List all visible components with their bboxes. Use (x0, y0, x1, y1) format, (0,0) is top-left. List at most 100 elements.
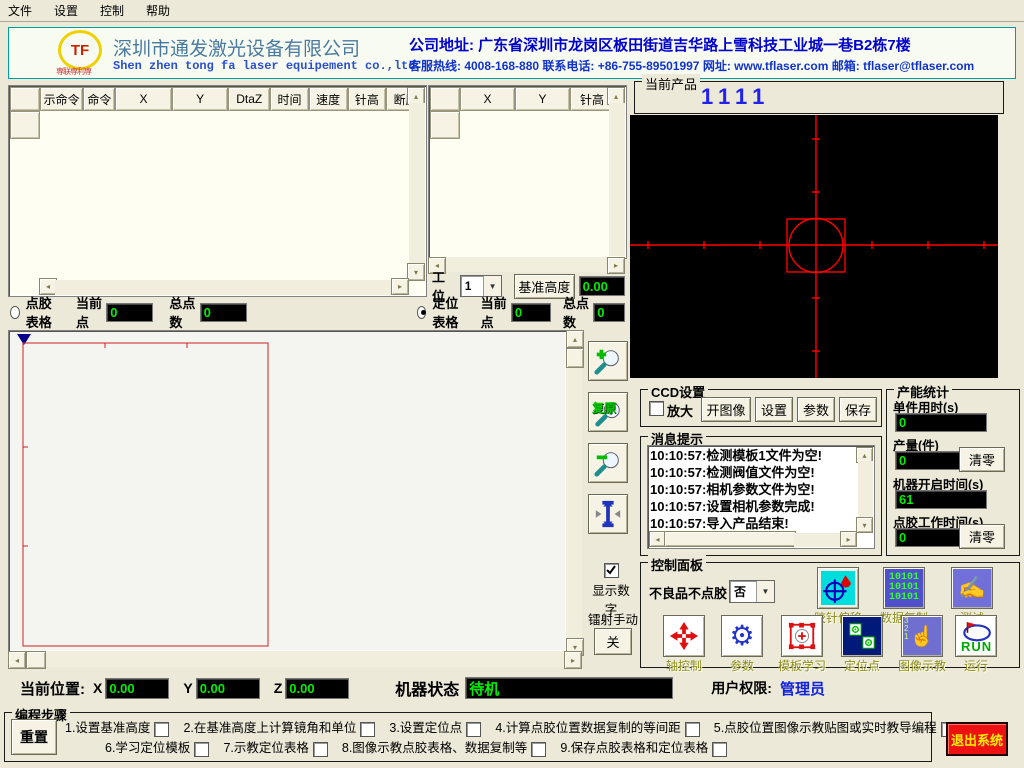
data-copy-button[interactable]: 10101 10101 10101 (883, 567, 925, 609)
view-restore-button[interactable]: 复原 (588, 392, 628, 432)
canvas-vscrollbar[interactable] (566, 368, 582, 638)
dispense-current-label: 当前点 (76, 293, 103, 331)
dispense-scroll-down[interactable]: ▾ (407, 263, 425, 281)
company-name-cn: 深圳市通发激光设备有限公司 (113, 34, 360, 61)
reject-value: 否 (730, 583, 756, 600)
params-button[interactable]: ⚙ (721, 615, 763, 657)
dispense-col-rowhdr (10, 87, 40, 111)
position-rowheader-cell (430, 111, 460, 139)
ccd-setup-button[interactable]: 设置 (755, 397, 793, 422)
message-item: 10:10:57:设置相机参数完成! (650, 498, 842, 515)
template-learn-label: 模板学习 (769, 657, 835, 674)
position-col-1: Y (515, 87, 570, 111)
step-9-checkbox[interactable] (712, 742, 727, 757)
exit-system-button[interactable]: 退出系统 (946, 722, 1008, 756)
position-scroll-right[interactable]: ▸ (607, 257, 625, 274)
menu-file[interactable]: 文件 (8, 2, 32, 19)
position-table-radio-label: 定位表格 (432, 293, 468, 331)
dispense-scroll-right[interactable]: ▸ (391, 278, 409, 295)
step-4-checkbox[interactable] (685, 722, 700, 737)
reject-combobox[interactable]: 否 ▼ (729, 580, 775, 603)
locate-point-button[interactable] (841, 615, 883, 657)
position-hscrollbar[interactable] (446, 257, 607, 272)
step-1-checkbox[interactable] (154, 722, 169, 737)
laser-manual-label: 镭射手动 (588, 609, 638, 628)
reject-no-dispense-label: 不良品不点胶 (649, 583, 727, 602)
logo-text: TF (71, 42, 89, 59)
canvas-vscroll-thumb[interactable] (566, 348, 584, 368)
worktime-clear-button[interactable]: 清零 (959, 524, 1005, 549)
reset-button[interactable]: 重置 (11, 719, 57, 755)
y-label: Y (183, 680, 192, 696)
check-icon (605, 564, 617, 576)
run-button[interactable]: RUN (955, 615, 997, 657)
ccd-params-button[interactable]: 参数 (797, 397, 835, 422)
position-col-0: X (460, 87, 515, 111)
step-1-label: 1.设置基准高度 (65, 721, 150, 735)
zoom-in-icon (593, 346, 623, 376)
x-label: X (93, 680, 102, 696)
x-position-value: 0.00 (105, 678, 169, 699)
menu-help[interactable]: 帮助 (146, 2, 170, 19)
canvas-scroll-left[interactable]: ◂ (8, 651, 26, 669)
position-table: X Y 针高 ▴ (428, 85, 627, 259)
laser-switch-button[interactable]: 关 (594, 628, 632, 655)
step-8-checkbox[interactable] (531, 742, 546, 757)
template-learn-button[interactable] (781, 615, 823, 657)
message-hscrollbar[interactable] (794, 533, 842, 547)
view-restore-icon-text: 复原 (592, 399, 616, 416)
position-total-label: 总点数 (563, 293, 590, 331)
show-numbers-checkbox[interactable] (604, 563, 619, 578)
needle-offset-button[interactable] (817, 567, 859, 609)
message-scroll-right[interactable]: ▸ (840, 531, 857, 547)
steps-group: 编程步骤 重置 1.设置基准高度 2.在基准高度上计算镜角和单位 3.设置定位点… (4, 712, 932, 762)
current-product-label: 当前产品 (642, 74, 700, 93)
message-list[interactable]: 10:10:57:检测模板1文件为空! 10:10:57:检测阀值文件为空! 1… (647, 445, 875, 549)
dispense-table-radio[interactable] (10, 306, 20, 319)
dispense-table: 示命令 命令 X Y DtaZ 时间 速度 针高 断胶 ▴ ▾ ◂ ▸ (8, 85, 427, 297)
canvas-scroll-right[interactable]: ▸ (564, 651, 582, 669)
step-3-checkbox[interactable] (466, 722, 481, 737)
message-vscrollbar[interactable] (858, 461, 873, 517)
zoom-out-button[interactable] (588, 443, 628, 483)
axis-control-button[interactable] (663, 615, 705, 657)
fit-view-button[interactable] (588, 494, 628, 534)
menu-control[interactable]: 控制 (100, 2, 124, 19)
message-scroll-down[interactable]: ▾ (856, 517, 873, 533)
canvas-scroll-up[interactable]: ▴ (566, 330, 584, 348)
position-table-radio[interactable] (417, 306, 427, 319)
needle-offset-icon (821, 571, 855, 605)
machine-state-label: 机器状态 (395, 676, 459, 700)
message-item: 10:10:57:检测模板1文件为空! (650, 447, 842, 464)
step-2-checkbox[interactable] (360, 722, 375, 737)
position-current-label: 当前点 (481, 293, 508, 331)
ccd-open-image-button[interactable]: 开图像 (701, 397, 751, 422)
dispense-vscrollbar[interactable] (409, 103, 425, 263)
step-2-label: 2.在基准高度上计算镜角和单位 (183, 721, 356, 735)
work-time-value: 0 (895, 528, 961, 547)
ccd-zoom-checkbox[interactable] (649, 401, 664, 416)
image-teach-digits: 321 (904, 617, 908, 641)
step-7-checkbox[interactable] (313, 742, 328, 757)
message-hscroll-thumb[interactable] (664, 531, 796, 547)
test-button[interactable]: ✍ (951, 567, 993, 609)
canvas-hscrollbar[interactable] (46, 651, 564, 667)
dispense-hscrollbar[interactable] (55, 280, 391, 295)
image-teach-button[interactable]: ☝ 321 (901, 615, 943, 657)
step-6-checkbox[interactable] (194, 742, 209, 757)
position-vscrollbar[interactable] (609, 103, 625, 256)
output-clear-button[interactable]: 清零 (959, 447, 1005, 472)
company-logo: TF 専联専利専 (56, 30, 102, 76)
dispense-col-1: 命令 (83, 87, 115, 111)
current-product-group: 当前产品 1111 (634, 81, 1004, 114)
canvas-hscroll-thumb[interactable] (26, 651, 46, 669)
drawing-canvas[interactable] (8, 330, 567, 652)
dispense-col-3: Y (172, 87, 229, 111)
dispense-col-0: 示命令 (40, 87, 84, 111)
axis-control-icon (669, 621, 699, 651)
menu-settings[interactable]: 设置 (54, 2, 78, 19)
ccd-save-button[interactable]: 保存 (839, 397, 877, 422)
user-permission-label: 用户权限: (711, 678, 772, 698)
zoom-in-button[interactable] (588, 341, 628, 381)
chevron-down-icon[interactable]: ▼ (756, 581, 774, 602)
